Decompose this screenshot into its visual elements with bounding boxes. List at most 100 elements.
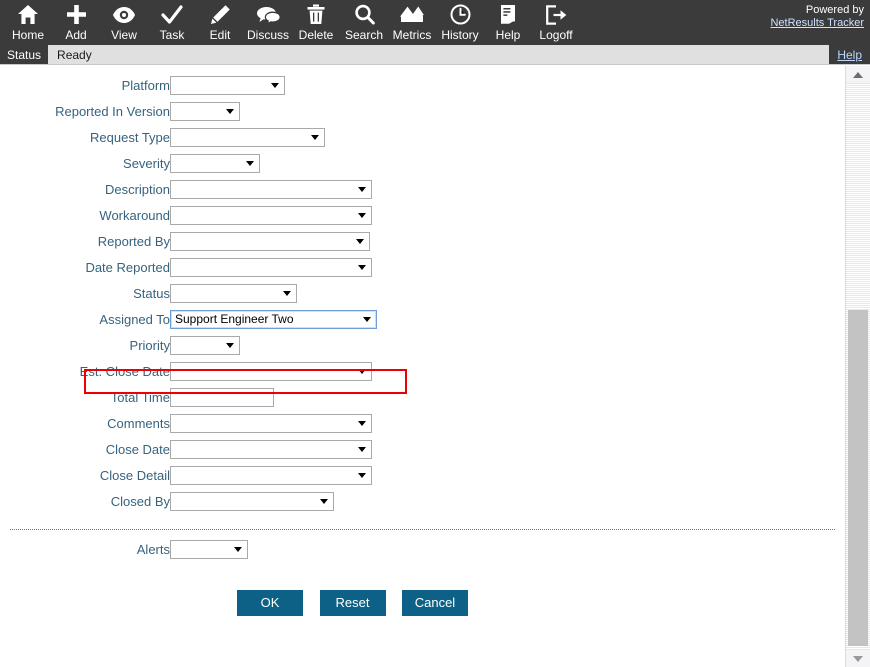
status-value: Ready — [57, 47, 92, 62]
toolbar-item-add[interactable]: Add — [52, 0, 100, 45]
toolbar-item-task[interactable]: Task — [148, 0, 196, 45]
dropdown-select[interactable] — [170, 361, 372, 381]
toolbar-item-delete[interactable]: Delete — [292, 0, 340, 45]
chevron-down-icon — [358, 369, 366, 374]
dropdown-select[interactable] — [170, 75, 285, 95]
dropdown-select[interactable] — [170, 439, 372, 459]
vertical-scrollbar[interactable] — [845, 66, 870, 667]
help-link-button[interactable]: Help — [829, 45, 870, 64]
toolbar-item-logoff[interactable]: Logoff — [532, 0, 580, 45]
dropdown-select[interactable]: Support Engineer Two — [170, 309, 377, 329]
toolbar-item-label: Delete — [298, 28, 334, 42]
field-control-cell — [170, 176, 845, 202]
status-bar: Status Ready Help — [0, 45, 870, 65]
form-row: Description — [0, 176, 845, 202]
toolbar-item-metrics[interactable]: Metrics — [388, 0, 436, 45]
dropdown-select[interactable] — [170, 283, 297, 303]
field-label: Closed By — [110, 493, 170, 509]
reset-button[interactable]: Reset — [319, 590, 386, 616]
scrollbar-thumb[interactable] — [848, 310, 868, 646]
toolbar-item-label: Home — [11, 28, 44, 42]
dropdown-select[interactable] — [170, 153, 260, 173]
toolbar-item-search[interactable]: Search — [340, 0, 388, 45]
toolbar-item-discuss[interactable]: Discuss — [244, 0, 292, 45]
toolbar-item-home[interactable]: Home — [4, 0, 52, 45]
form-row: Date Reported — [0, 254, 845, 280]
dropdown-value — [175, 77, 266, 94]
field-label: Total Time — [110, 389, 170, 405]
field-control-cell — [170, 462, 845, 488]
dropdown-value — [175, 259, 353, 276]
form-row: Reported In Version — [0, 98, 845, 124]
form-row: Severity — [0, 150, 845, 176]
chevron-down-icon — [356, 239, 364, 244]
dropdown-select[interactable] — [170, 205, 372, 225]
dropdown-select[interactable] — [170, 127, 325, 147]
field-label: Reported In Version — [55, 103, 170, 119]
section-divider-cell — [0, 514, 845, 536]
chevron-down-icon — [358, 473, 366, 478]
chevron-down-icon — [363, 317, 371, 322]
field-control-cell — [170, 202, 845, 228]
field-label: Close Date — [105, 441, 170, 457]
dropdown-value: Support Engineer Two — [175, 311, 294, 326]
dropdown-value — [175, 493, 315, 510]
netresults-tracker-link[interactable]: NetResults Tracker — [770, 17, 864, 30]
form-row: Closed By — [0, 488, 845, 514]
chevron-up-icon — [853, 71, 863, 78]
dropdown-select[interactable] — [170, 491, 334, 511]
dropdown-select[interactable] — [170, 179, 372, 199]
field-label: Description — [104, 181, 170, 197]
chevron-down-icon — [226, 109, 234, 114]
toolbar-item-label: Help — [495, 28, 521, 42]
toolbar-item-label: Discuss — [246, 28, 289, 42]
field-label: Priority — [129, 337, 170, 353]
dropdown-select[interactable] — [170, 335, 240, 355]
scrollbar-up-button[interactable] — [846, 66, 870, 83]
chevron-down-icon — [246, 161, 254, 166]
field-label: Severity — [123, 155, 170, 171]
form-row: Total Time — [0, 384, 845, 410]
chevron-down-icon — [320, 499, 328, 504]
field-label: Assigned To — [99, 311, 170, 327]
cancel-button[interactable]: Cancel — [401, 590, 468, 616]
field-control-cell — [170, 228, 845, 254]
field-control-cell — [170, 410, 845, 436]
dropdown-select[interactable] — [170, 413, 372, 433]
field-label: Est. Close Date — [79, 363, 170, 379]
toolbar-item-edit[interactable]: Edit — [196, 0, 244, 45]
field-control-cell — [170, 72, 845, 98]
field-control-cell — [170, 358, 845, 384]
chart-icon — [400, 3, 424, 26]
toolbar-item-label: Task — [159, 28, 185, 42]
scrollbar-down-button[interactable] — [846, 650, 870, 667]
divider-line — [10, 529, 835, 530]
dropdown-value — [175, 363, 353, 380]
field-label: Close Detail — [99, 467, 170, 483]
trash-icon — [307, 3, 325, 26]
dropdown-value — [175, 155, 241, 172]
field-control-cell — [170, 332, 845, 358]
text-input[interactable] — [170, 387, 274, 407]
form-content-area: Platform Reported In Version Request Type S… — [0, 66, 845, 667]
form-row: Est. Close Date — [0, 358, 845, 384]
field-label: Reported By — [97, 233, 170, 249]
home-icon — [17, 3, 39, 26]
field-control-cell — [170, 536, 845, 562]
toolbar-item-history[interactable]: History — [436, 0, 484, 45]
chevron-down-icon — [358, 447, 366, 452]
form-row: Priority — [0, 332, 845, 358]
form-row: Alerts — [0, 536, 845, 562]
toolbar-item-view[interactable]: View — [100, 0, 148, 45]
chevron-down-icon — [358, 187, 366, 192]
dropdown-select[interactable] — [170, 257, 372, 277]
eye-icon — [112, 3, 136, 26]
dropdown-select[interactable] — [170, 101, 240, 121]
dropdown-select[interactable] — [170, 465, 372, 485]
dropdown-select[interactable] — [170, 539, 248, 559]
toolbar-item-help[interactable]: Help — [484, 0, 532, 45]
dropdown-select[interactable] — [170, 231, 370, 251]
form-row: Close Detail — [0, 462, 845, 488]
check-icon — [161, 3, 183, 26]
ok-button[interactable]: OK — [237, 590, 304, 616]
